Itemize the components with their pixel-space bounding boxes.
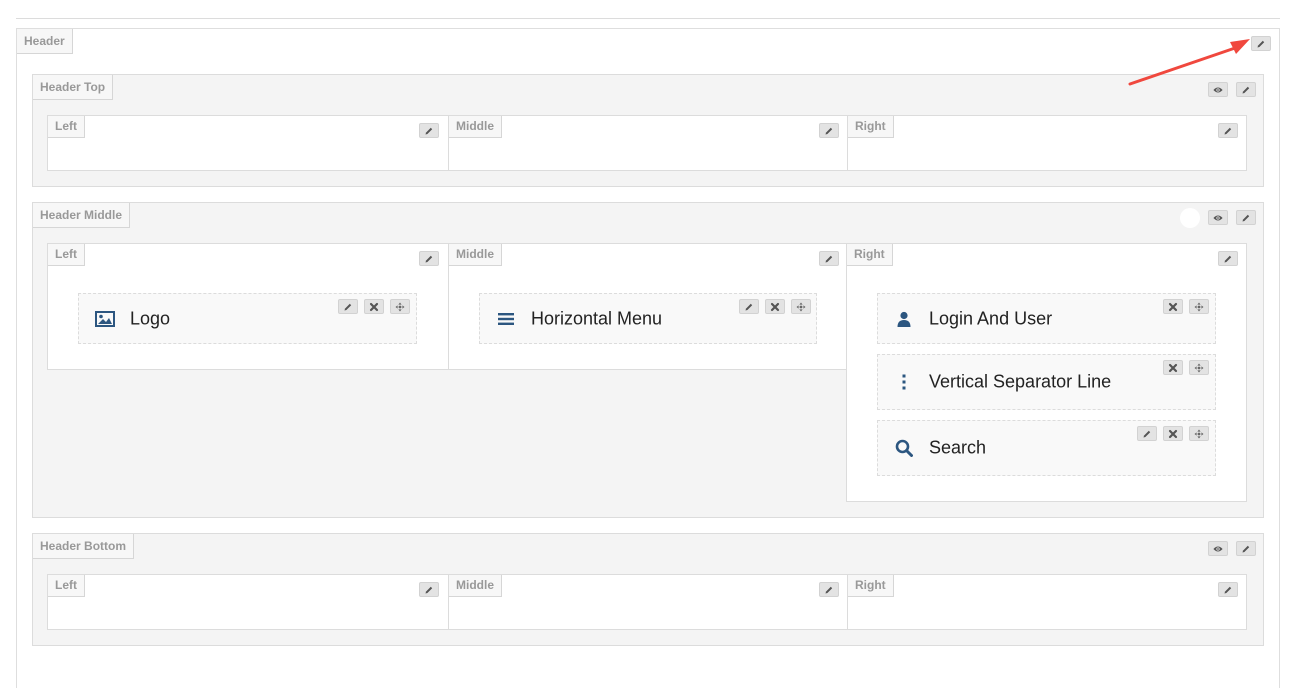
column-tag: Middle bbox=[449, 116, 502, 138]
column-left: Left bbox=[48, 575, 448, 629]
widget-remove-button[interactable] bbox=[1163, 299, 1183, 314]
widget-edit-button[interactable] bbox=[338, 299, 358, 314]
move-icon bbox=[395, 302, 405, 312]
pencil-icon bbox=[824, 585, 834, 595]
column-middle: Middle Horizontal Menu bbox=[448, 244, 847, 369]
vertical-dots-icon bbox=[894, 372, 914, 392]
header-bottom-row: Left Middle Right bbox=[47, 574, 1247, 630]
widget-edit-button[interactable] bbox=[1137, 426, 1157, 441]
column-edit-button[interactable] bbox=[819, 251, 839, 266]
widget-remove-button[interactable] bbox=[364, 299, 384, 314]
pencil-icon bbox=[343, 302, 353, 312]
widget-label: Login And User bbox=[929, 308, 1053, 328]
pencil-icon bbox=[744, 302, 754, 312]
section-header-middle: Header Middle Left Logo Middle Horizonta… bbox=[32, 202, 1264, 518]
column-tag: Right bbox=[847, 244, 893, 266]
pencil-icon bbox=[1223, 254, 1233, 264]
widget-edit-button[interactable] bbox=[739, 299, 759, 314]
widget-move-handle[interactable] bbox=[1189, 426, 1209, 441]
column-edit-button[interactable] bbox=[1218, 123, 1238, 138]
column-edit-button[interactable] bbox=[419, 123, 439, 138]
column-middle: Middle bbox=[448, 575, 847, 629]
section-visibility-button[interactable] bbox=[1208, 210, 1228, 225]
top-divider bbox=[16, 18, 1280, 19]
close-icon bbox=[1168, 302, 1178, 312]
column-tag: Right bbox=[848, 575, 894, 597]
section-header-top: Header Top Left Middle Right bbox=[32, 74, 1264, 187]
column-left: Left bbox=[48, 116, 448, 170]
pencil-icon bbox=[424, 126, 434, 136]
status-circle bbox=[1180, 208, 1200, 228]
close-icon bbox=[369, 302, 379, 312]
widget-label: Logo bbox=[130, 308, 171, 328]
image-icon bbox=[95, 309, 115, 329]
pencil-icon bbox=[1241, 213, 1251, 223]
column-tag: Right bbox=[848, 116, 894, 138]
section-edit-button[interactable] bbox=[1236, 210, 1256, 225]
column-left: Left Logo bbox=[48, 244, 448, 369]
column-edit-button[interactable] bbox=[1218, 582, 1238, 597]
pencil-icon bbox=[824, 254, 834, 264]
column-tag: Left bbox=[48, 575, 85, 597]
header-tag: Header bbox=[17, 29, 73, 54]
close-icon bbox=[770, 302, 780, 312]
column-tag: Left bbox=[48, 244, 85, 266]
column-middle: Middle bbox=[448, 116, 847, 170]
column-edit-button[interactable] bbox=[419, 582, 439, 597]
header-middle-row: Left Logo Middle Horizontal Menu bbox=[47, 243, 847, 370]
bars-icon bbox=[496, 309, 516, 329]
column-right: Right bbox=[847, 575, 1246, 629]
column-edit-button[interactable] bbox=[819, 123, 839, 138]
column-edit-button[interactable] bbox=[819, 582, 839, 597]
move-icon bbox=[1194, 302, 1204, 312]
user-icon bbox=[894, 309, 914, 329]
column-tag: Middle bbox=[449, 244, 502, 266]
widget-move-handle[interactable] bbox=[791, 299, 811, 314]
close-icon bbox=[1168, 429, 1178, 439]
pencil-icon bbox=[1241, 544, 1251, 554]
column-tag: Middle bbox=[449, 575, 502, 597]
widget-horizontal-menu[interactable]: Horizontal Menu bbox=[479, 293, 817, 344]
widget-remove-button[interactable] bbox=[1163, 360, 1183, 375]
section-tag: Header Bottom bbox=[33, 534, 135, 559]
column-tag: Left bbox=[48, 116, 85, 138]
widget-label: Search bbox=[929, 437, 987, 458]
pencil-icon bbox=[824, 126, 834, 136]
eye-icon bbox=[1213, 213, 1223, 223]
widget-vertical-separator-line[interactable]: Vertical Separator Line bbox=[877, 354, 1216, 410]
pencil-icon bbox=[1223, 585, 1233, 595]
section-header-bottom: Header Bottom Left Middle Right bbox=[32, 533, 1264, 646]
annotation-arrow bbox=[1128, 39, 1250, 86]
section-tag: Header Top bbox=[33, 75, 114, 100]
search-icon bbox=[894, 438, 914, 458]
section-edit-button[interactable] bbox=[1236, 541, 1256, 556]
widget-move-handle[interactable] bbox=[1189, 299, 1209, 314]
header-panel: Header Header Top Left Middle Right Head… bbox=[16, 28, 1280, 688]
pencil-icon bbox=[1142, 429, 1152, 439]
header-top-row: Left Middle Right bbox=[47, 115, 1247, 171]
section-tag: Header Middle bbox=[33, 203, 131, 228]
move-icon bbox=[1194, 429, 1204, 439]
widget-search[interactable]: Search bbox=[877, 420, 1216, 476]
widget-move-handle[interactable] bbox=[1189, 360, 1209, 375]
column-right: Right Login And User Vertical Separator … bbox=[846, 243, 1247, 502]
pencil-icon bbox=[1223, 126, 1233, 136]
pencil-icon bbox=[424, 254, 434, 264]
widget-remove-button[interactable] bbox=[1163, 426, 1183, 441]
widget-remove-button[interactable] bbox=[765, 299, 785, 314]
column-edit-button[interactable] bbox=[1218, 251, 1238, 266]
column-right: Right bbox=[847, 116, 1246, 170]
move-icon bbox=[796, 302, 806, 312]
section-visibility-button[interactable] bbox=[1208, 541, 1228, 556]
pencil-icon bbox=[424, 585, 434, 595]
eye-icon bbox=[1213, 544, 1223, 554]
move-icon bbox=[1194, 363, 1204, 373]
widget-logo[interactable]: Logo bbox=[78, 293, 417, 344]
widget-login-and-user[interactable]: Login And User bbox=[877, 293, 1216, 344]
widget-label: Vertical Separator Line bbox=[929, 371, 1112, 392]
widget-label: Horizontal Menu bbox=[531, 308, 663, 328]
widget-move-handle[interactable] bbox=[390, 299, 410, 314]
column-edit-button[interactable] bbox=[419, 251, 439, 266]
close-icon bbox=[1168, 363, 1178, 373]
